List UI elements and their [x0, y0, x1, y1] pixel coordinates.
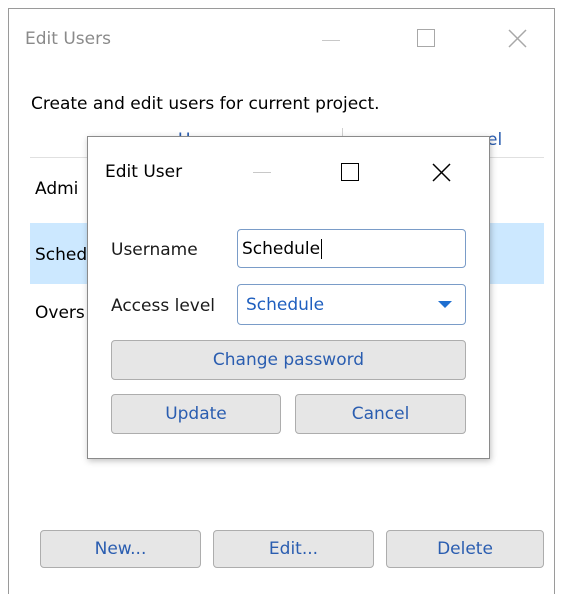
list-item-name: Sched: [35, 245, 88, 265]
username-value: Schedule: [242, 238, 321, 259]
username-label: Username: [111, 240, 198, 260]
access-level-label: Access level: [111, 296, 216, 316]
maximize-icon[interactable]: [417, 29, 435, 47]
chevron-down-icon[interactable]: [438, 301, 452, 308]
dialog-close-icon[interactable]: [432, 163, 451, 182]
access-level-value: Schedule: [246, 294, 325, 315]
text-cursor: [321, 238, 323, 259]
minimize-icon[interactable]: [322, 40, 340, 41]
update-button[interactable]: Update: [111, 394, 281, 434]
window-title: Edit Users: [25, 29, 111, 49]
delete-button[interactable]: Delete: [386, 530, 544, 568]
username-input[interactable]: Schedule: [237, 229, 466, 268]
cancel-button[interactable]: Cancel: [295, 394, 466, 434]
new-button[interactable]: New...: [40, 530, 201, 568]
list-item-name: Overs: [35, 303, 85, 323]
change-password-button[interactable]: Change password: [111, 340, 466, 380]
list-item-name: Admi: [35, 179, 79, 199]
description-text: Create and edit users for current projec…: [31, 94, 380, 114]
close-icon[interactable]: [508, 29, 527, 48]
access-level-select[interactable]: Schedule: [237, 284, 466, 325]
dialog-minimize-icon[interactable]: [253, 172, 271, 173]
dialog-title: Edit User: [105, 162, 183, 182]
edit-button[interactable]: Edit...: [213, 530, 374, 568]
dialog-maximize-icon[interactable]: [341, 163, 359, 181]
